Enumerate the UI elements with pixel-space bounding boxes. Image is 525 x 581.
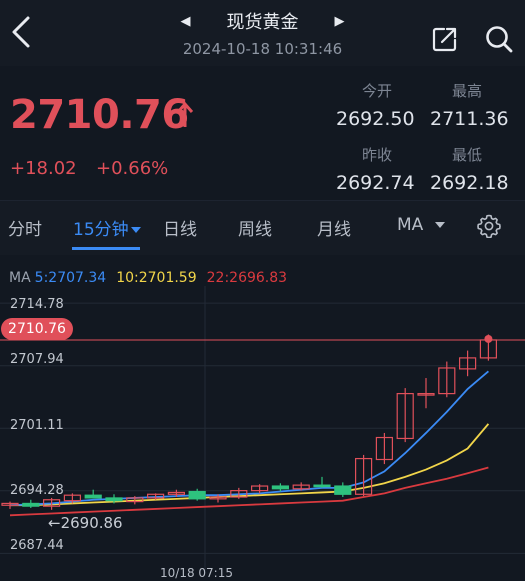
candle-body — [188, 490, 206, 500]
current-price-tag: 2710.76 — [1, 318, 73, 340]
candle-body — [105, 497, 123, 502]
y-tick-label: 2701.11 — [10, 418, 64, 433]
top-bar: ◀ 现货黄金 ▶ 2024-10-18 10:31:46 — [0, 0, 525, 66]
triangle-right-icon[interactable]: ▶ — [335, 14, 345, 29]
ma-legend: MA 5:2707.34 10:2701.59 22:2696.83 — [9, 270, 297, 286]
ma22-value: 22:2696.83 — [206, 270, 288, 286]
last-price-dot — [484, 334, 493, 343]
tab-timeshare[interactable]: 分时 — [8, 215, 42, 240]
gear-icon[interactable] — [477, 214, 501, 238]
triangle-left-icon[interactable]: ◀ — [180, 14, 190, 29]
chevron-down-icon — [130, 227, 141, 233]
active-tab-indicator — [72, 247, 140, 250]
ma10-value: 10:2701.59 — [116, 270, 197, 286]
high-value: 2711.36 — [430, 108, 509, 130]
open-label: 今开 — [362, 82, 393, 100]
symbol-name: 现货黄金 — [226, 12, 299, 33]
prev-close-value: 2692.74 — [336, 172, 415, 194]
tab-daily[interactable]: 日线 — [163, 215, 197, 240]
candle-body — [313, 484, 331, 488]
open-value: 2692.50 — [336, 108, 415, 130]
low-value: 2692.18 — [430, 172, 509, 194]
share-icon[interactable] — [432, 26, 458, 52]
tab-15min[interactable]: 15分钟 — [73, 215, 141, 240]
chevron-down-icon — [435, 222, 446, 228]
y-tick-label: 2694.28 — [10, 483, 64, 498]
candle-body — [334, 485, 352, 495]
price-change: +18.02 — [10, 158, 77, 179]
x-tick-label: 10/18 07:15 — [160, 566, 233, 580]
min-price-marker: ←2690.86 — [48, 514, 123, 532]
search-icon[interactable] — [484, 24, 514, 54]
tab-monthly[interactable]: 月线 — [317, 215, 351, 240]
ma5-value: 5:2707.34 — [34, 270, 107, 286]
tab-15min-label: 15分钟 — [73, 220, 129, 240]
ma-legend-prefix: MA — [9, 270, 31, 286]
period-tabs: 分时 15分钟 日线 周线 月线 MA — [0, 200, 525, 255]
high-label: 最高 — [452, 82, 483, 100]
candle-body — [271, 485, 289, 490]
prev-close-label: 昨收 — [362, 146, 393, 164]
candle-body — [84, 494, 102, 499]
candle-body — [22, 502, 40, 507]
tab-ma-label: MA — [397, 215, 424, 235]
kline-chart[interactable] — [0, 262, 525, 581]
ma22-line — [9, 466, 489, 517]
low-label: 最低 — [452, 146, 483, 164]
tab-weekly[interactable]: 周线 — [238, 215, 272, 240]
quote-panel: 2710.76 +18.02 +0.66% 今开 2692.50 最高 2711… — [0, 66, 525, 200]
y-tick-label: 2714.78 — [10, 297, 64, 312]
last-price: 2710.76 — [10, 92, 189, 138]
up-arrow-icon — [176, 101, 194, 127]
price-change-percent: +0.66% — [96, 158, 169, 179]
tab-ma[interactable]: MA — [397, 215, 446, 235]
y-tick-label: 2687.44 — [10, 538, 64, 553]
y-tick-label: 2707.94 — [10, 352, 64, 367]
